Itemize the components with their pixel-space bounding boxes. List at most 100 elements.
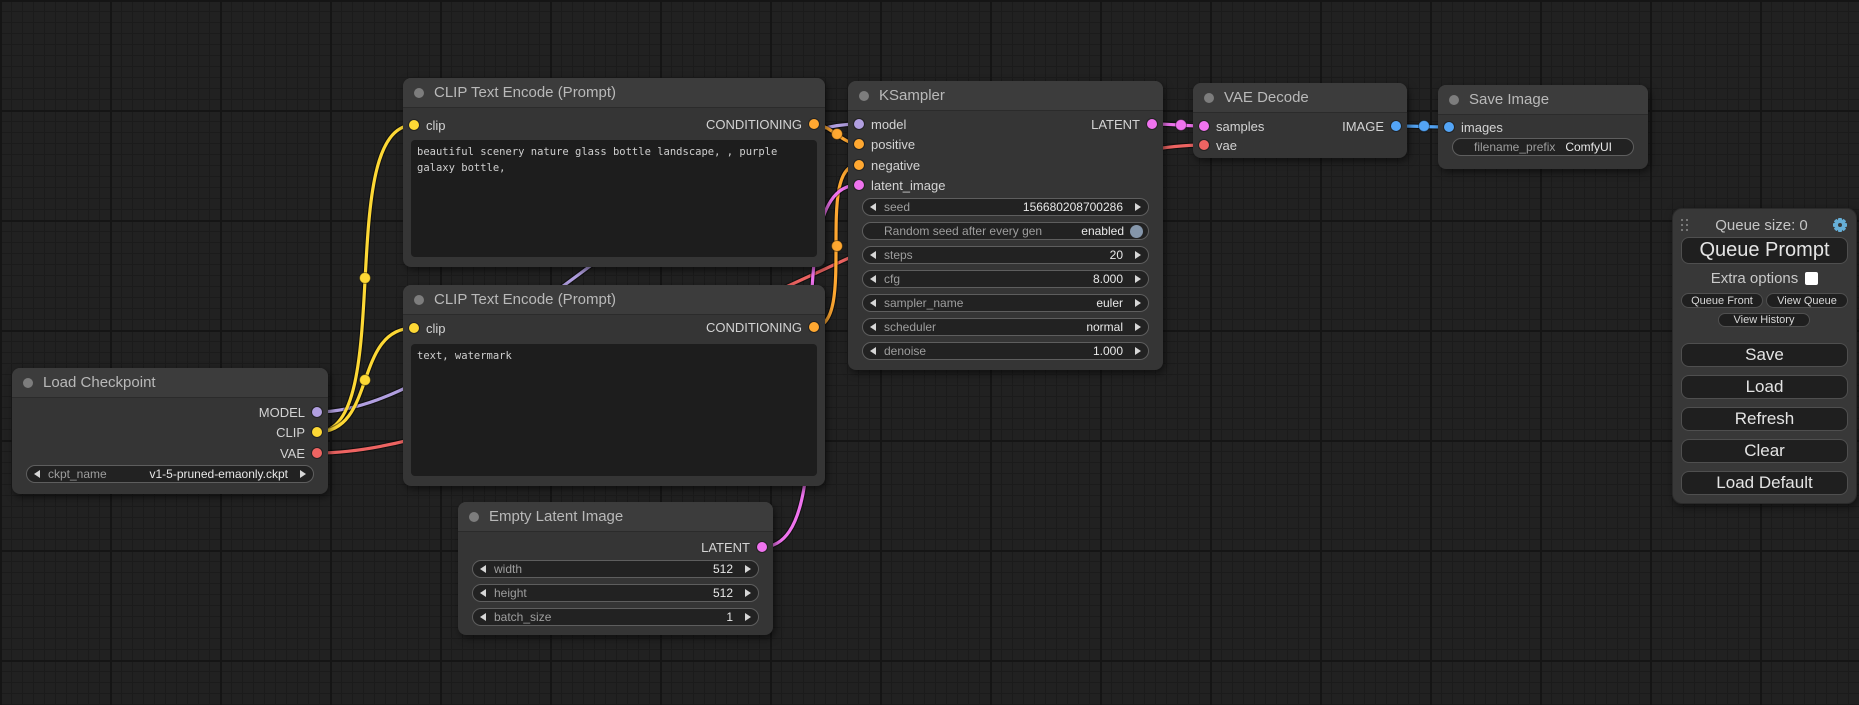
- widget-filename-prefix[interactable]: filename_prefix ComfyUI: [1452, 138, 1634, 156]
- port-dot-clip[interactable]: [409, 323, 419, 333]
- output-slot-conditioning[interactable]: CONDITIONING: [706, 116, 819, 132]
- port-dot-latent[interactable]: [1147, 119, 1157, 129]
- drag-handle-icon[interactable]: [1681, 219, 1691, 231]
- next-value-icon[interactable]: [1135, 275, 1141, 283]
- prev-value-icon[interactable]: [480, 589, 486, 597]
- view-history-button[interactable]: View History: [1718, 313, 1810, 327]
- next-value-icon[interactable]: [300, 470, 306, 478]
- port-dot-positive[interactable]: [854, 139, 864, 149]
- port-dot-conditioning[interactable]: [809, 119, 819, 129]
- load-default-button[interactable]: Load Default: [1681, 471, 1848, 495]
- widget-width[interactable]: width 512: [472, 560, 759, 578]
- widget-steps[interactable]: steps 20: [862, 246, 1149, 264]
- widget-sampler-name[interactable]: sampler_name euler: [862, 294, 1149, 312]
- gear-icon[interactable]: [1832, 217, 1848, 233]
- input-slot-samples[interactable]: samples: [1199, 118, 1264, 134]
- queue-prompt-button[interactable]: Queue Prompt: [1681, 237, 1848, 264]
- port-dot-conditioning[interactable]: [809, 322, 819, 332]
- widget-cfg[interactable]: cfg 8.000: [862, 270, 1149, 288]
- prev-value-icon[interactable]: [34, 470, 40, 478]
- input-slot-positive[interactable]: positive: [854, 136, 915, 152]
- prompt-textarea[interactable]: beautiful scenery nature glass bottle la…: [411, 140, 817, 257]
- port-dot-clip[interactable]: [312, 427, 322, 437]
- next-value-icon[interactable]: [1135, 299, 1141, 307]
- port-dot-clip[interactable]: [409, 120, 419, 130]
- widget-random-seed[interactable]: Random seed after every gen enabled: [862, 222, 1149, 240]
- refresh-button[interactable]: Refresh: [1681, 407, 1848, 431]
- next-value-icon[interactable]: [1135, 347, 1141, 355]
- widget-height[interactable]: height 512: [472, 584, 759, 602]
- port-dot-vae[interactable]: [312, 448, 322, 458]
- collapse-dot-icon[interactable]: [414, 88, 424, 98]
- port-dot-latent-image[interactable]: [854, 180, 864, 190]
- collapse-dot-icon[interactable]: [414, 295, 424, 305]
- node-header[interactable]: CLIP Text Encode (Prompt): [403, 285, 825, 315]
- widget-denoise[interactable]: denoise 1.000: [862, 342, 1149, 360]
- next-value-icon[interactable]: [1135, 251, 1141, 259]
- collapse-dot-icon[interactable]: [859, 91, 869, 101]
- prev-value-icon[interactable]: [870, 275, 876, 283]
- port-dot-negative[interactable]: [854, 160, 864, 170]
- collapse-dot-icon[interactable]: [1204, 93, 1214, 103]
- node-header[interactable]: Empty Latent Image: [458, 502, 773, 532]
- node-graph-canvas[interactable]: Load Checkpoint MODEL CLIP VAE ckpt_name…: [0, 0, 1859, 705]
- prev-value-icon[interactable]: [870, 203, 876, 211]
- widget-scheduler[interactable]: scheduler normal: [862, 318, 1149, 336]
- node-save-image[interactable]: Save Image images filename_prefix ComfyU…: [1438, 85, 1648, 169]
- queue-front-button[interactable]: Queue Front: [1681, 293, 1763, 308]
- prev-value-icon[interactable]: [870, 251, 876, 259]
- next-value-icon[interactable]: [745, 565, 751, 573]
- load-button[interactable]: Load: [1681, 375, 1848, 399]
- prev-value-icon[interactable]: [480, 613, 486, 621]
- input-slot-clip[interactable]: clip: [409, 320, 446, 336]
- view-queue-button[interactable]: View Queue: [1766, 293, 1848, 308]
- node-load-checkpoint[interactable]: Load Checkpoint MODEL CLIP VAE ckpt_name…: [12, 368, 328, 494]
- widget-ckpt-name[interactable]: ckpt_name v1-5-pruned-emaonly.ckpt: [26, 465, 314, 483]
- clear-button[interactable]: Clear: [1681, 439, 1848, 463]
- node-clip-text-encode-positive[interactable]: CLIP Text Encode (Prompt) clip CONDITION…: [403, 78, 825, 267]
- output-slot-vae[interactable]: VAE: [280, 445, 322, 461]
- input-slot-vae[interactable]: vae: [1199, 137, 1237, 153]
- node-ksampler[interactable]: KSampler model positive negative latent_…: [848, 81, 1163, 370]
- output-slot-conditioning[interactable]: CONDITIONING: [706, 319, 819, 335]
- output-slot-clip[interactable]: CLIP: [276, 424, 322, 440]
- output-slot-model[interactable]: MODEL: [259, 404, 322, 420]
- input-slot-model[interactable]: model: [854, 116, 906, 132]
- save-button[interactable]: Save: [1681, 343, 1848, 367]
- collapse-dot-icon[interactable]: [23, 378, 33, 388]
- next-value-icon[interactable]: [1135, 323, 1141, 331]
- next-value-icon[interactable]: [1135, 203, 1141, 211]
- node-header[interactable]: VAE Decode: [1193, 83, 1407, 113]
- prev-value-icon[interactable]: [480, 565, 486, 573]
- node-header[interactable]: Load Checkpoint: [12, 368, 328, 398]
- output-slot-image[interactable]: IMAGE: [1342, 118, 1401, 134]
- node-vae-decode[interactable]: VAE Decode samples vae IMAGE: [1193, 83, 1407, 158]
- port-dot-vae[interactable]: [1199, 140, 1209, 150]
- node-header[interactable]: KSampler: [848, 81, 1163, 111]
- prev-value-icon[interactable]: [870, 347, 876, 355]
- port-dot-samples[interactable]: [1199, 121, 1209, 131]
- node-header[interactable]: CLIP Text Encode (Prompt): [403, 78, 825, 108]
- node-clip-text-encode-negative[interactable]: CLIP Text Encode (Prompt) clip CONDITION…: [403, 285, 825, 486]
- collapse-dot-icon[interactable]: [469, 512, 479, 522]
- prev-value-icon[interactable]: [870, 299, 876, 307]
- input-slot-negative[interactable]: negative: [854, 157, 920, 173]
- input-slot-clip[interactable]: clip: [409, 117, 446, 133]
- widget-seed[interactable]: seed 156680208700286: [862, 198, 1149, 216]
- next-value-icon[interactable]: [745, 589, 751, 597]
- widget-batch-size[interactable]: batch_size 1: [472, 608, 759, 626]
- collapse-dot-icon[interactable]: [1449, 95, 1459, 105]
- node-empty-latent-image[interactable]: Empty Latent Image LATENT width 512 heig…: [458, 502, 773, 635]
- prev-value-icon[interactable]: [870, 323, 876, 331]
- node-header[interactable]: Save Image: [1438, 85, 1648, 115]
- input-slot-latent-image[interactable]: latent_image: [854, 177, 945, 193]
- input-slot-images[interactable]: images: [1444, 119, 1503, 135]
- port-dot-latent[interactable]: [757, 542, 767, 552]
- port-dot-model[interactable]: [854, 119, 864, 129]
- output-slot-latent[interactable]: LATENT: [701, 539, 767, 555]
- toggle-knob-icon[interactable]: [1130, 225, 1143, 238]
- output-slot-latent[interactable]: LATENT: [1091, 116, 1157, 132]
- port-dot-model[interactable]: [312, 407, 322, 417]
- prompt-textarea[interactable]: text, watermark: [411, 344, 817, 476]
- extra-options-checkbox[interactable]: [1805, 272, 1818, 285]
